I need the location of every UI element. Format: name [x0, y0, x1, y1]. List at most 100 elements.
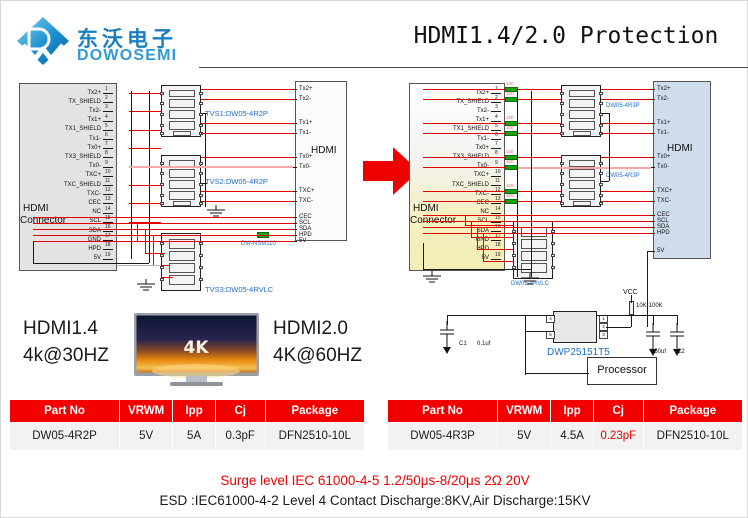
- connector-pin-number: 13: [105, 196, 111, 203]
- connector-pin-lead: [103, 139, 113, 140]
- signal-wire: [201, 133, 293, 134]
- c1-ref: C1: [459, 341, 467, 347]
- connector-pin-lead: [103, 258, 113, 260]
- table-cell: 4.5A: [550, 422, 594, 451]
- connector-pin-name: TXC_SHIELD: [63, 181, 101, 188]
- hdmi-output-pin-name: 5V: [657, 247, 665, 254]
- connector-pin-name: Tx2+: [87, 89, 101, 96]
- ground-wire: [33, 241, 34, 263]
- connector-pin-lead: [103, 93, 113, 94]
- hdmi-output-pin-name: Tx0-: [657, 163, 669, 170]
- connector-pin-lead: [491, 258, 501, 260]
- ground-wire: [33, 263, 149, 264]
- signal-wire: [129, 185, 161, 186]
- connector-pin-name: Tx0+: [87, 144, 101, 151]
- signal-wire: [129, 130, 161, 131]
- series-resistor-value: 100: [506, 159, 514, 164]
- connector-pin-number: 19: [495, 251, 501, 258]
- pullup-lead: [631, 315, 632, 327]
- tvs3-wire: [153, 235, 154, 265]
- control-wire: [423, 227, 651, 228]
- nc-wire: [117, 265, 161, 266]
- signal-wire: [423, 167, 505, 168]
- hdmi20-rate-label: 4K@60HZ: [273, 345, 362, 366]
- series-resistor-value: 100: [506, 183, 514, 188]
- hdmi-output-pin-name: TXC-: [657, 197, 671, 204]
- connector-pin-lead: [103, 194, 113, 196]
- hdmi14-rate-label: 4k@30HZ: [23, 345, 109, 366]
- ground-wire: [423, 243, 424, 269]
- page-title: HDMI1.4/2.0 Protection: [413, 23, 719, 49]
- connector-pin-lead: [103, 185, 113, 186]
- ground-bus: [131, 91, 132, 259]
- hdmi-output-pin-name: TXC+: [299, 187, 315, 194]
- tvs-label-right-1: DW05-4R3P: [606, 103, 640, 109]
- connector-pin-name: CEC: [88, 199, 101, 206]
- connector-pin-name: Tx2-: [477, 107, 489, 114]
- signal-wire: [423, 89, 505, 90]
- connector-pin-number: 11: [495, 178, 501, 184]
- signal-wire: [201, 89, 293, 90]
- tvs2-package: [160, 155, 203, 207]
- tvs-package-right-2: [560, 155, 603, 207]
- control-wire: [33, 235, 293, 236]
- connector-pin-number: 3: [105, 104, 108, 111]
- cap-lead: [653, 315, 654, 325]
- series-resistor-value: 100: [506, 81, 514, 86]
- connector-pin-number: 10: [495, 168, 501, 175]
- table-header-cell: Ipp: [172, 399, 216, 423]
- connector-pin-lead: [491, 203, 501, 205]
- connector-pin-lead: [491, 212, 501, 214]
- connector-pin-name: TXC+: [473, 172, 489, 179]
- hdmi-output-pin-name: Tx2-: [299, 95, 311, 102]
- tv-4k-badge: 4K: [183, 338, 209, 358]
- connector-pin-name: 5V: [93, 255, 101, 262]
- dowosemi-logo-icon: [17, 17, 69, 65]
- table-row: DW05-4R2P 5V 5A 0.3pF DFN2510-10L: [8, 422, 366, 451]
- connector-pin-lead: [103, 102, 113, 104]
- connector-pin-number: 14: [105, 205, 111, 212]
- tvs-ground-link: [205, 113, 206, 207]
- table-cell: 5A: [172, 422, 216, 451]
- ground-bus: [149, 91, 150, 263]
- connector-pin-lead: [491, 231, 501, 232]
- c2-ref: C2: [677, 349, 685, 355]
- signal-wire: [423, 133, 505, 134]
- control-wire: [423, 233, 651, 234]
- ground-symbol-right-1: [521, 273, 539, 285]
- vcc-lead: [631, 295, 632, 303]
- signal-wire: [423, 157, 505, 158]
- connector-pin-name: TX1_SHIELD: [64, 126, 101, 133]
- signal-wire: [423, 201, 505, 202]
- table-cell: 0.23pF: [592, 422, 644, 451]
- connector-pin-name: 5V: [481, 255, 489, 262]
- c2-value: 150uf: [651, 349, 667, 355]
- ic-pin-number: 5: [546, 331, 555, 339]
- ground-symbol-right-2: [423, 271, 441, 283]
- connector-pin-name: TXC-: [87, 190, 101, 197]
- hdmi-output-pin-name: Tx1-: [299, 129, 311, 136]
- hdmi-output-pin-name: Tx1+: [299, 119, 313, 126]
- tvs-wire: [483, 233, 484, 261]
- signal-wire: [423, 99, 505, 100]
- pullup-lead: [606, 327, 631, 328]
- signal-wire: [201, 191, 293, 192]
- ground-wire: [423, 269, 531, 270]
- signal-wire: [518, 133, 561, 134]
- pullup-resistor: [629, 301, 634, 315]
- connector-pin-number: 9: [105, 159, 108, 166]
- processor-label: Processor: [597, 364, 647, 376]
- signal-wire: [601, 89, 651, 90]
- connector-pin-lead: [491, 194, 501, 196]
- signal-wire: [129, 111, 161, 112]
- table-header-cell: VRWM: [497, 399, 552, 423]
- connector-pin-lead: [491, 120, 501, 122]
- connector-pin-number: 6: [105, 132, 108, 138]
- tvs-package-right-3: [512, 221, 555, 279]
- signal-wire: [518, 191, 561, 192]
- connector-pin-name: Tx1-: [477, 135, 489, 142]
- hdmi-output-title-right: HDMI: [667, 143, 693, 154]
- signal-wire: [423, 191, 505, 192]
- signal-wire: [601, 99, 651, 100]
- connector-pin-number: 3: [495, 104, 498, 111]
